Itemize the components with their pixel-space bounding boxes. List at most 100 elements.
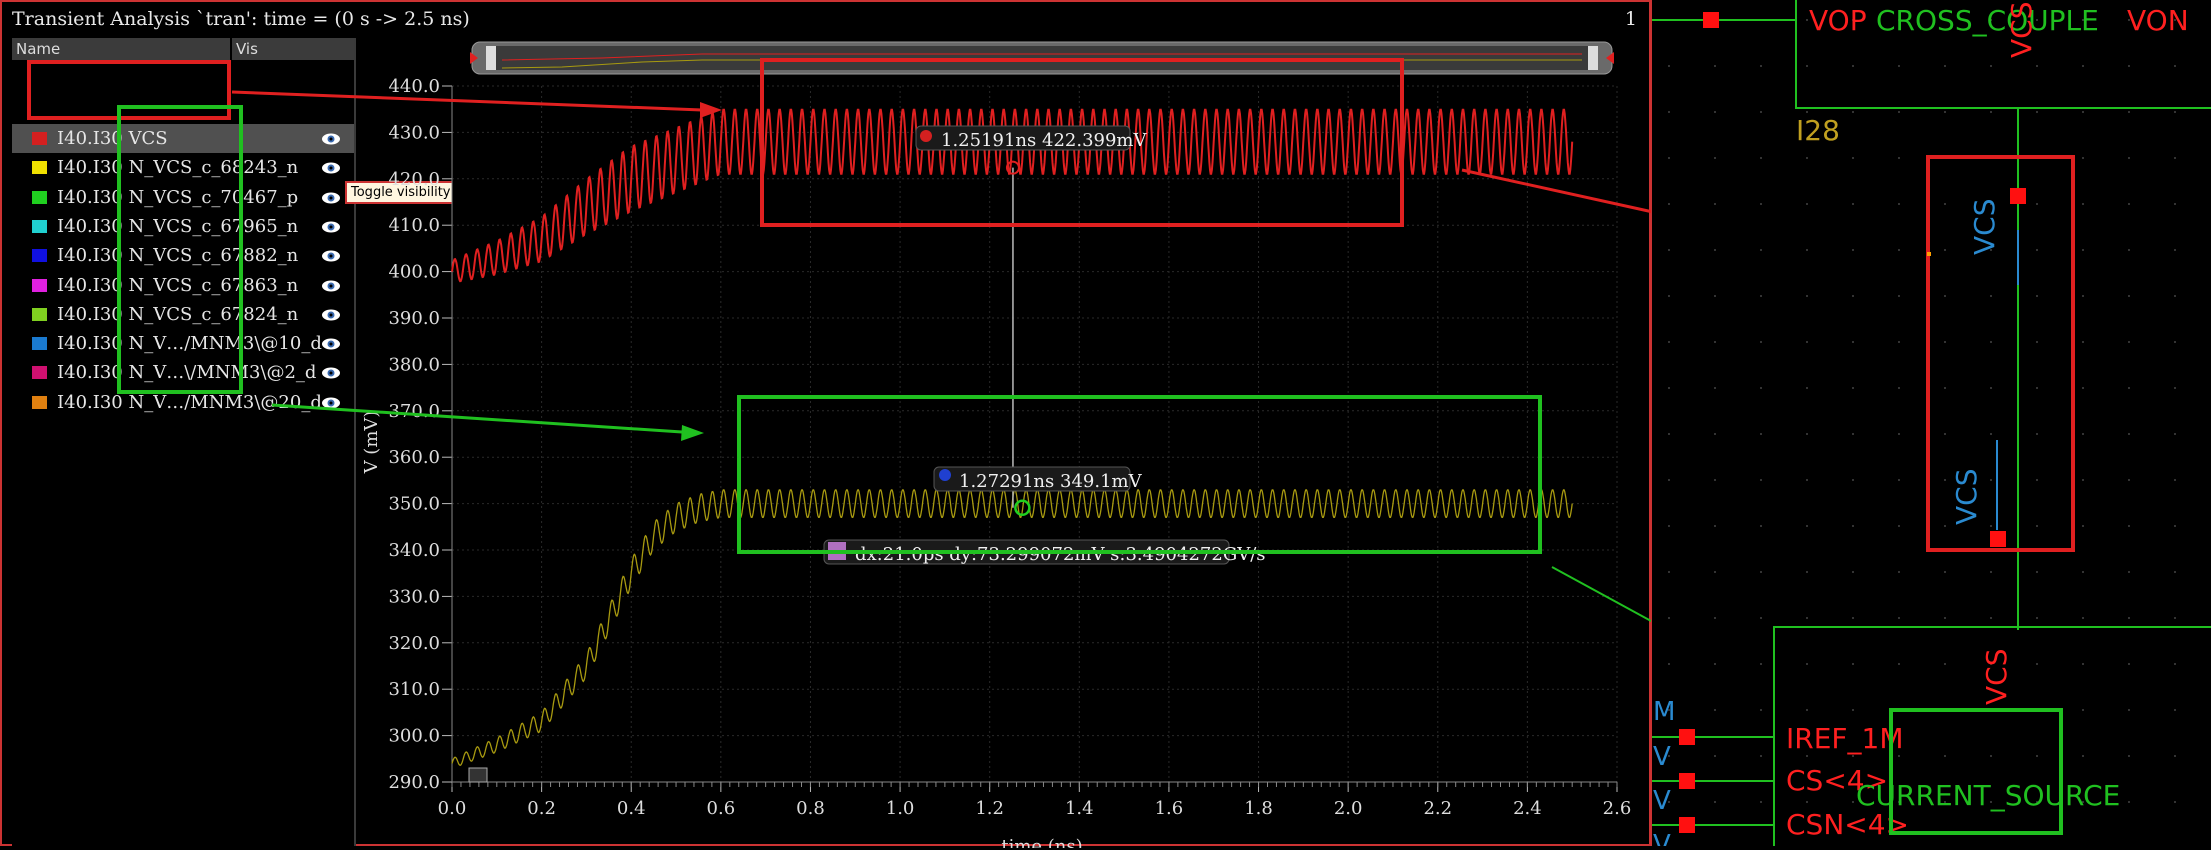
grid-dot	[2174, 709, 2176, 711]
grid-dot	[2082, 249, 2084, 251]
grid-dot	[1760, 157, 1762, 159]
pin-label-vcs-top: VCS	[2005, 2, 2038, 58]
grid-dot	[2036, 387, 2038, 389]
grid-dot	[2082, 433, 2084, 435]
x-tick-label: 0.8	[796, 798, 825, 819]
pin-square-icon[interactable]	[1703, 12, 1719, 28]
grid-dot	[1760, 755, 1762, 757]
grid-dot	[1714, 341, 1716, 343]
schematic-canvas[interactable]: VOP CROSS_COUPLE VON VCS I28 VCS VCS VCS IREF_1M…	[1071, 0, 2211, 850]
grid-dot	[1898, 157, 1900, 159]
grid-dot	[1852, 249, 1854, 251]
grid-dot	[1898, 571, 1900, 573]
grid-dot	[1852, 387, 1854, 389]
grid-dot	[1714, 709, 1716, 711]
grid-dot	[1806, 19, 1808, 21]
x-tick-label: 1.4	[1065, 798, 1094, 819]
net-label-vcs-2: VCS	[1950, 469, 1983, 525]
grid-dot	[1760, 433, 1762, 435]
grid-dot	[2128, 65, 2130, 67]
grid-dot	[2036, 341, 2038, 343]
grid-dot	[1806, 479, 1808, 481]
grid-dot	[1668, 111, 1670, 113]
grid-dot	[2128, 295, 2130, 297]
x-tick-label: 1.2	[975, 798, 1004, 819]
pin-square-icon[interactable]	[1990, 531, 2006, 547]
x-tick-label: 0.4	[617, 798, 646, 819]
grid-dot	[1806, 617, 1808, 619]
grid-dot	[1714, 111, 1716, 113]
grid-dot	[1990, 387, 1992, 389]
grid-dot	[1944, 203, 1946, 205]
y-tick-label: 380.0	[388, 354, 440, 375]
y-tick-label: 330.0	[388, 586, 440, 607]
grid-dot	[1668, 249, 1670, 251]
y-tick-label: 390.0	[388, 308, 440, 329]
grid-dot	[2082, 341, 2084, 343]
grid-dot	[2128, 571, 2130, 573]
schematic-view[interactable]: VOP CROSS_COUPLE VON VCS I28 VCS VCS VCS IREF_1M…	[1071, 0, 2211, 850]
annotation-box-current-source	[1889, 708, 2063, 835]
grid-dot	[1852, 65, 1854, 67]
grid-dot	[1898, 387, 1900, 389]
grid-dot	[1760, 111, 1762, 113]
grid-dot	[1668, 387, 1670, 389]
side-label-v: V	[1653, 830, 1671, 846]
marker-b-label: 1.27291ns 349.1mV	[959, 471, 1143, 492]
grid-dot	[2128, 479, 2130, 481]
grid-dot	[1852, 433, 1854, 435]
grid-dot	[1944, 65, 1946, 67]
grid-dot	[2128, 709, 2130, 711]
grid-dot	[2036, 249, 2038, 251]
grid-dot	[1806, 65, 1808, 67]
grid-dot	[1898, 755, 1900, 757]
grid-dot	[1714, 387, 1716, 389]
grid-dot	[2128, 663, 2130, 665]
grid-dot	[2128, 387, 2130, 389]
grid-dot	[1944, 663, 1946, 665]
grid-dot	[2174, 663, 2176, 665]
grid-dot	[2082, 571, 2084, 573]
x-tick-label: 2.4	[1513, 798, 1542, 819]
grid-dot	[2128, 157, 2130, 159]
grid-dot	[2128, 755, 2130, 757]
plot-canvas[interactable]: 0.0 0.2 0.4 0.6 0.8 1.0 1.2 1.4 1.6 1.8 2.0 2.2 2.4 2…	[2, 2, 1653, 848]
grid-dot	[2082, 387, 2084, 389]
grid-dot	[1806, 111, 1808, 113]
y-tick-label: 410.0	[388, 215, 440, 236]
grid-dot	[2082, 295, 2084, 297]
marker-a-badge-icon	[920, 130, 932, 142]
overview-right-handle[interactable]	[1588, 46, 1598, 70]
x-tick-label: 2.6	[1603, 798, 1632, 819]
grid-dot	[2082, 709, 2084, 711]
pin-square-icon[interactable]	[1679, 729, 1695, 745]
x-tick-label: 0.0	[438, 798, 467, 819]
grid-dot	[2174, 203, 2176, 205]
grid-dot	[1852, 571, 1854, 573]
pin-square-icon[interactable]	[1679, 817, 1695, 833]
grid-dot	[1898, 617, 1900, 619]
grid-dot	[1944, 525, 1946, 527]
grid-dot	[1898, 111, 1900, 113]
grid-dot	[1852, 617, 1854, 619]
grid-dot	[1898, 295, 1900, 297]
grid-dot	[2174, 617, 2176, 619]
grid-dot	[2128, 249, 2130, 251]
grid-dot	[1898, 433, 1900, 435]
overview-left-handle[interactable]	[486, 46, 496, 70]
y-tick-label: 430.0	[388, 122, 440, 143]
grid-dot	[1944, 249, 1946, 251]
grid-dot	[1714, 433, 1716, 435]
grid-dot	[1714, 571, 1716, 573]
grid-dot	[1990, 433, 1992, 435]
grid-dot	[1944, 479, 1946, 481]
grid-dot	[1806, 387, 1808, 389]
net-label-vcs: VCS	[1968, 199, 2001, 255]
grid-dot	[1668, 433, 1670, 435]
grid-dot	[1668, 157, 1670, 159]
expand-arrow-icon[interactable]	[468, 767, 488, 783]
grid-dot	[2082, 663, 2084, 665]
pin-square-icon[interactable]	[1679, 773, 1695, 789]
pin-square-icon[interactable]	[2010, 188, 2026, 204]
grid-dot	[1760, 801, 1762, 803]
